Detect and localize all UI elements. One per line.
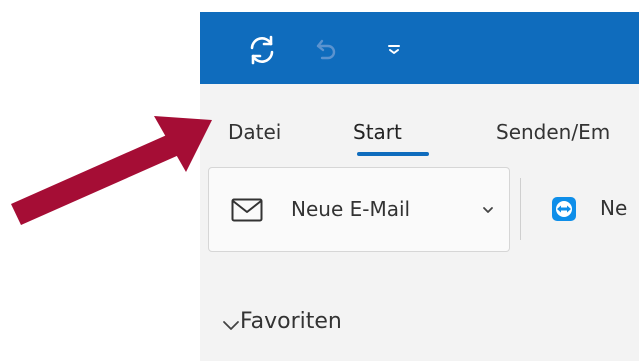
outlook-window: Datei Start Senden/Em Neue E-Mail Ne Fav… xyxy=(200,12,639,361)
undo-icon xyxy=(316,39,336,60)
folder-pane: Favoriten xyxy=(200,256,639,361)
arrow-shaft xyxy=(11,134,179,225)
favorites-chevron-down-icon[interactable] xyxy=(222,318,240,332)
sync-icon xyxy=(250,35,274,65)
envelope-icon xyxy=(231,198,263,222)
ribbon-group-separator xyxy=(520,178,521,240)
customize-qat-icon xyxy=(388,45,400,54)
new-email-label: Neue E-Mail xyxy=(291,197,411,221)
new-email-dropdown-button[interactable] xyxy=(466,167,510,252)
new-email-button[interactable]: Neue E-Mail xyxy=(208,167,472,252)
chevron-down-icon xyxy=(482,206,493,213)
tab-senden-empfangen[interactable]: Senden/Em xyxy=(496,120,610,144)
favorites-section-header[interactable]: Favoriten xyxy=(240,308,342,336)
tab-start[interactable]: Start xyxy=(353,120,402,144)
teamviewer-meeting-button[interactable]: Ne xyxy=(538,167,639,252)
screenshot-canvas: Datei Start Senden/Em Neue E-Mail Ne Fav… xyxy=(0,0,639,361)
customize-toolbar-button[interactable] xyxy=(382,34,406,64)
undo-button[interactable] xyxy=(306,30,346,70)
sync-button[interactable] xyxy=(242,30,282,70)
teamviewer-label: Ne xyxy=(600,196,628,220)
active-tab-indicator xyxy=(357,152,429,156)
tab-datei[interactable]: Datei xyxy=(228,120,281,144)
teamviewer-icon xyxy=(552,197,576,221)
ribbon: Neue E-Mail Ne xyxy=(200,164,639,256)
title-bar xyxy=(200,12,639,84)
